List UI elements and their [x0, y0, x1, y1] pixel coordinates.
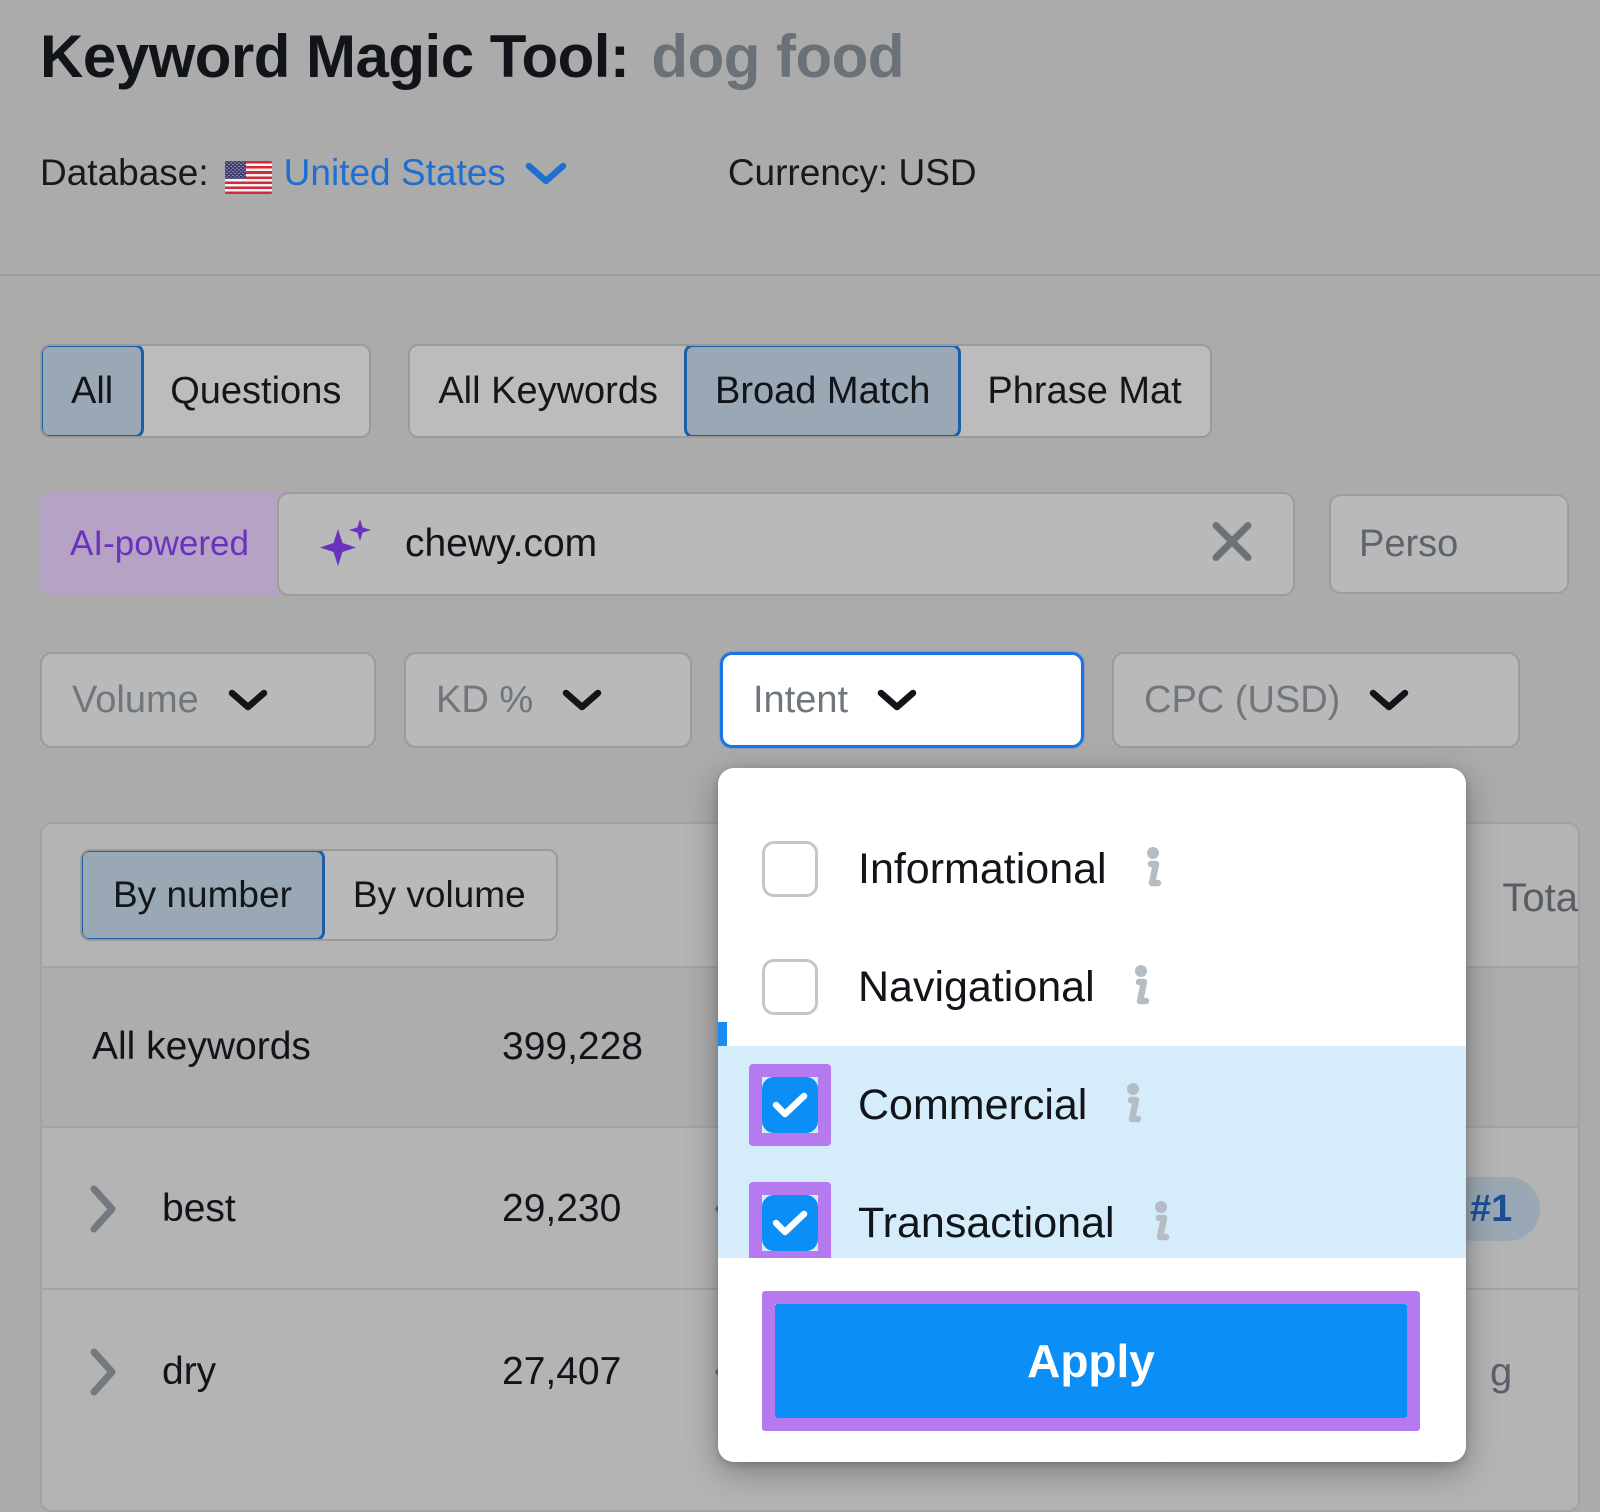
intent-option-label: Navigational — [858, 962, 1095, 1011]
intent-filter-label: Intent — [753, 678, 849, 721]
tab-all-keywords[interactable]: All Keywords — [410, 346, 686, 436]
ai-powered-wrapper: AI-powered chewy.com — [40, 492, 1295, 596]
page-title-keyword: dog food — [651, 23, 904, 90]
row-count: 29,230 — [502, 1187, 622, 1230]
info-icon[interactable] — [1137, 845, 1163, 893]
page-title-prefix: Keyword Magic Tool: — [40, 23, 630, 90]
us-flag-icon — [224, 160, 272, 194]
close-x-icon[interactable] — [1207, 517, 1257, 572]
screen-root: Keyword Magic Tool: dog food Database: Un… — [0, 0, 1600, 1512]
tab-phrase-match[interactable]: Phrase Mat — [959, 346, 1209, 436]
group-view-toggle: By number By volume — [80, 849, 558, 941]
toggle-by-volume-label: By volume — [352, 874, 526, 915]
database-label: Database: — [40, 152, 209, 193]
intent-option-commercial[interactable]: Commercial — [718, 1046, 1466, 1164]
chevron-down-icon — [876, 687, 918, 713]
tab-questions-label: Questions — [170, 369, 342, 412]
filter-button-row: Volume KD % Intent CPC (USD) — [40, 652, 1548, 748]
apply-footer: Apply — [718, 1258, 1466, 1462]
ai-powered-badge: AI-powered — [70, 524, 249, 563]
toggle-by-number-label: By number — [113, 874, 292, 915]
tab-broad-match[interactable]: Broad Match — [683, 346, 962, 436]
apply-button[interactable]: Apply — [775, 1304, 1407, 1418]
tab-broad-match-label: Broad Match — [714, 369, 931, 412]
checkbox-informational[interactable] — [762, 841, 818, 897]
row-name: All keywords — [92, 1025, 311, 1068]
chevron-down-icon[interactable] — [524, 159, 568, 187]
row-count: 27,407 — [502, 1350, 622, 1393]
page-header: Keyword Magic Tool: dog food Database: Un… — [0, 0, 1600, 276]
info-icon[interactable] — [1117, 1081, 1143, 1129]
intent-filter-button[interactable]: Intent — [720, 652, 1084, 748]
match-type-tabbar: All Questions All Keywords Broad Match P… — [40, 344, 1212, 438]
kd-filter-button[interactable]: KD % — [404, 652, 692, 748]
tab-all-label: All — [71, 369, 114, 412]
chevron-down-icon — [561, 687, 603, 713]
tab-phrase-match-label: Phrase Mat — [987, 369, 1182, 412]
info-icon[interactable] — [1145, 1199, 1171, 1247]
row-count: 399,228 — [502, 1025, 643, 1068]
checkbox-transactional[interactable] — [762, 1195, 818, 1251]
info-icon[interactable] — [1125, 963, 1151, 1011]
checkbox-commercial[interactable] — [762, 1077, 818, 1133]
personal-button[interactable]: Perso — [1328, 494, 1569, 594]
intent-option-label: Commercial — [858, 1080, 1088, 1129]
currency-label: Currency: USD — [727, 152, 977, 193]
volume-filter-button[interactable]: Volume — [40, 652, 376, 748]
row-name: dry — [162, 1350, 217, 1393]
cpc-filter-button[interactable]: CPC (USD) — [1112, 652, 1520, 748]
chevron-right-icon[interactable] — [42, 1181, 162, 1237]
domain-input[interactable]: chewy.com — [276, 492, 1295, 596]
chevron-right-icon[interactable] — [42, 1344, 162, 1400]
row-name: best — [162, 1187, 236, 1230]
header-meta-row: Database: United States Currency: USD — [40, 152, 977, 194]
cpc-filter-label: CPC (USD) — [1144, 678, 1341, 721]
keyword-type-group: All Questions — [40, 344, 372, 438]
toggle-by-number[interactable]: By number — [81, 851, 325, 939]
tab-questions[interactable]: Questions — [142, 346, 369, 436]
personal-button-label: Perso — [1358, 522, 1459, 565]
ai-domain-row: AI-powered chewy.com Perso — [40, 492, 1569, 596]
kd-filter-label: KD % — [436, 678, 534, 721]
chevron-down-icon — [227, 687, 269, 713]
page-title: Keyword Magic Tool: dog food — [40, 22, 904, 91]
header-divider — [0, 274, 1600, 276]
toggle-by-volume[interactable]: By volume — [323, 851, 556, 939]
checkbox-navigational[interactable] — [762, 959, 818, 1015]
volume-filter-label: Volume — [72, 678, 199, 721]
checkmark-icon — [772, 1210, 808, 1236]
match-type-group: All Keywords Broad Match Phrase Mat — [408, 344, 1212, 438]
total-column-header: Tota — [1502, 876, 1578, 920]
domain-input-value: chewy.com — [404, 522, 598, 565]
intent-option-informational[interactable]: Informational — [718, 810, 1466, 928]
row-tail-fragment: g — [1490, 1349, 1513, 1394]
intent-option-label: Transactional — [858, 1198, 1115, 1247]
tab-all[interactable]: All — [42, 346, 145, 436]
tab-all-keywords-label: All Keywords — [438, 369, 658, 412]
database-value[interactable]: United States — [284, 152, 506, 194]
intent-option-label: Informational — [858, 844, 1107, 893]
chevron-down-icon — [1368, 687, 1410, 713]
checkmark-icon — [772, 1092, 808, 1118]
intent-dropdown-menu: Informational Navigational Commercial Tr… — [718, 768, 1466, 1462]
sparkle-icon — [315, 513, 377, 575]
intent-option-navigational[interactable]: Navigational — [718, 928, 1466, 1046]
